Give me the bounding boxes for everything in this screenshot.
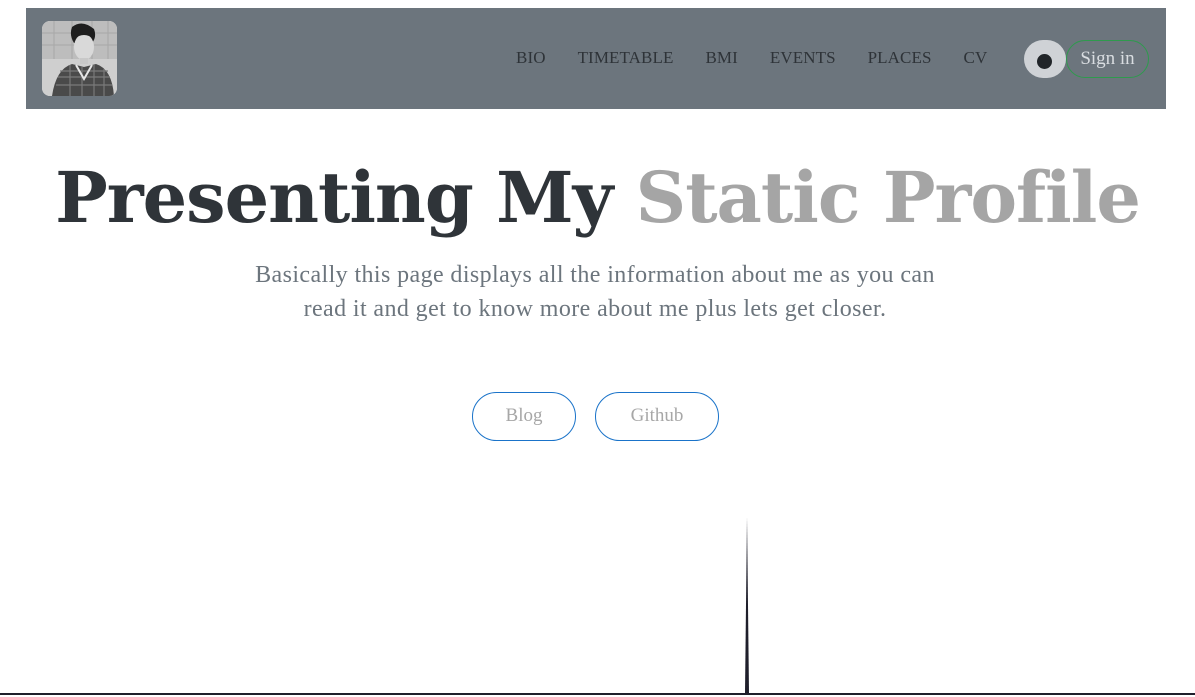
profile-photo-image: [42, 21, 117, 96]
nav-link-cv[interactable]: CV: [948, 46, 1004, 70]
sign-in-button[interactable]: Sign in: [1066, 40, 1149, 78]
nav-link-bio[interactable]: BIO: [500, 46, 562, 70]
navbar: BIO TIMETABLE BMI EVENTS PLACES CV Sign …: [26, 8, 1166, 109]
nav-link-events[interactable]: EVENTS: [754, 46, 852, 70]
github-button[interactable]: Github: [595, 392, 719, 441]
avatar[interactable]: [42, 21, 117, 96]
blog-button[interactable]: Blog: [472, 392, 576, 441]
hero-buttons: Blog Github: [0, 392, 1195, 441]
bottom-divider: [0, 693, 1195, 695]
theme-toggle-button[interactable]: [1024, 40, 1066, 78]
hero-title-accent: Static Profile: [635, 156, 1141, 239]
nav-links: BIO TIMETABLE BMI EVENTS PLACES CV: [500, 46, 1003, 70]
hero-subtitle: Basically this page displays all the inf…: [255, 262, 935, 322]
decorative-spike: [745, 517, 749, 693]
nav-link-timetable[interactable]: TIMETABLE: [562, 46, 690, 70]
nav-link-bmi[interactable]: BMI: [689, 46, 753, 70]
hero-title: Presenting My Static Profile: [0, 152, 1195, 244]
hero-title-main: Presenting My: [55, 156, 613, 239]
circle-dot-icon: [1037, 54, 1052, 69]
nav-link-places[interactable]: PLACES: [852, 46, 948, 70]
